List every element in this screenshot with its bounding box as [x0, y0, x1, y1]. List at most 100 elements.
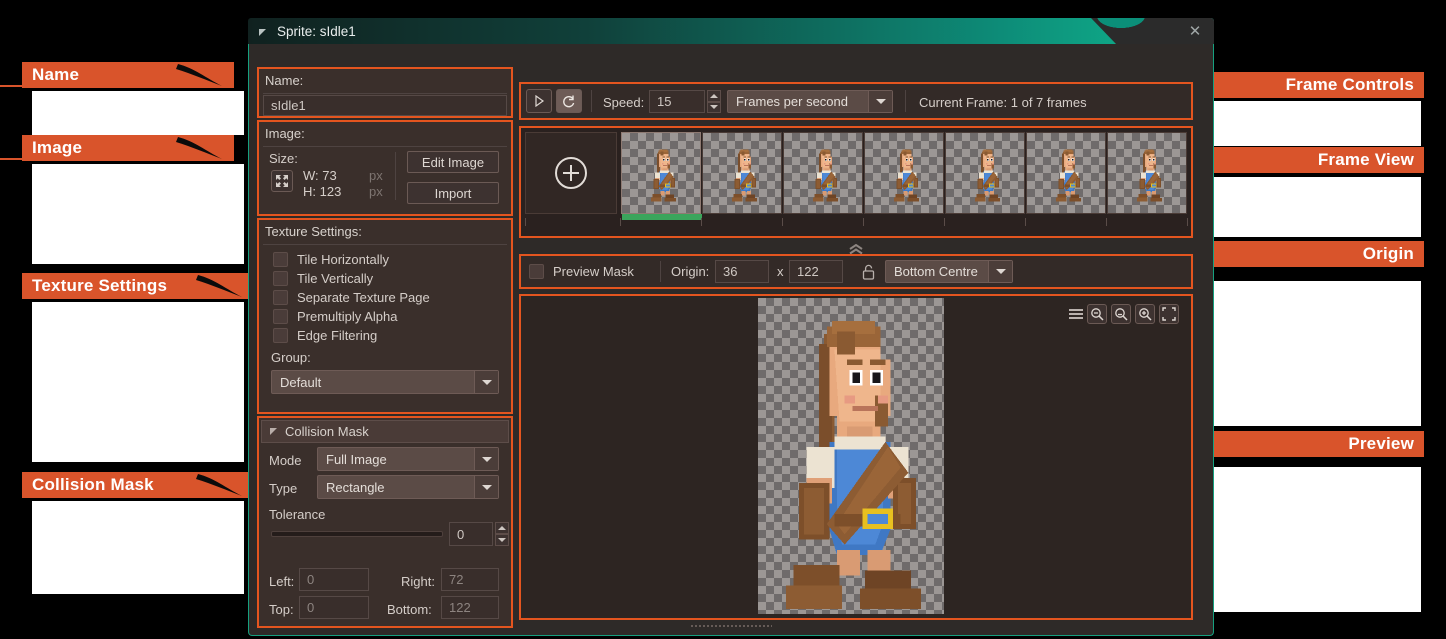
menu-icon[interactable] — [1069, 309, 1083, 319]
frame-thumbnail-image — [1027, 133, 1105, 213]
speed-unit-value: Frames per second — [728, 94, 868, 109]
annotation-image: Image — [22, 135, 234, 161]
annotation-texture-settings-text: Texture Settings — [32, 276, 167, 296]
tolerance-input[interactable]: 0 — [449, 522, 493, 546]
bottom-input[interactable]: 122 — [441, 596, 499, 619]
annotation-name-text: Name — [32, 65, 79, 85]
loop-button[interactable] — [556, 89, 582, 113]
checkbox-edge-filtering[interactable] — [273, 328, 288, 343]
collision-mask-header[interactable]: Collision Mask — [261, 420, 509, 443]
type-select[interactable]: Rectangle — [317, 475, 499, 499]
edit-image-button[interactable]: Edit Image — [407, 151, 499, 173]
frame-thumbnail[interactable] — [1107, 132, 1187, 214]
chevron-down-icon[interactable] — [474, 448, 498, 470]
frame-thumbnail-image — [946, 133, 1024, 213]
preview-panel[interactable] — [519, 294, 1193, 620]
origin-y-input[interactable]: 122 — [789, 260, 843, 283]
stepper-up[interactable] — [495, 522, 509, 534]
chevron-down-icon[interactable] — [474, 476, 498, 498]
group-select[interactable]: Default — [271, 370, 499, 394]
origin-preset-select[interactable]: Bottom Centre — [885, 260, 1013, 283]
stepper-up[interactable] — [707, 90, 721, 102]
speed-stepper[interactable] — [707, 90, 721, 113]
checkbox-preview-mask[interactable] — [529, 264, 544, 279]
tolerance-slider[interactable] — [271, 531, 443, 537]
frame-sprite-artwork — [1051, 141, 1085, 207]
unlock-icon[interactable] — [859, 261, 877, 282]
anno-leader-left-1 — [0, 85, 26, 87]
checkbox-separate-texture-page[interactable] — [273, 290, 288, 305]
origin-preset-value: Bottom Centre — [886, 264, 988, 279]
import-button[interactable]: Import — [407, 182, 499, 204]
resize-grip[interactable] — [690, 624, 772, 629]
speed-unit-select[interactable]: Frames per second — [727, 90, 893, 113]
chevron-down-icon[interactable] — [868, 91, 892, 112]
checkbox-premultiply-alpha[interactable] — [273, 309, 288, 324]
loop-icon — [562, 94, 576, 108]
speed-input[interactable]: 15 — [649, 90, 705, 113]
zoom-out-icon[interactable] — [1087, 304, 1107, 324]
frame-thumbnail[interactable] — [945, 132, 1025, 214]
sprite-editor-window: Sprite: sIdle1 ✕ Name: sIdle1 Image: Siz… — [248, 18, 1214, 636]
mode-select[interactable]: Full Image — [317, 447, 499, 471]
frame-thumbnail[interactable] — [1026, 132, 1106, 214]
triangle-collapse-icon[interactable] — [258, 26, 270, 38]
stepper-down[interactable] — [707, 102, 721, 114]
window-body: Name: sIdle1 Image: Size: W: 73 H: 123 p… — [248, 44, 1214, 636]
chevron-down-icon[interactable] — [988, 261, 1012, 282]
mode-select-value: Full Image — [318, 452, 474, 467]
ruler-tick — [782, 218, 783, 226]
group-select-value: Default — [272, 375, 474, 390]
titlebar-curve — [1093, 18, 1149, 36]
checkbox-tile-vertically[interactable] — [273, 271, 288, 286]
frame-thumbnail[interactable] — [783, 132, 863, 214]
triangle-collapse-icon[interactable] — [270, 428, 277, 435]
ruler-tick — [944, 218, 945, 226]
swoosh-icon — [172, 62, 228, 88]
ruler-tick — [863, 218, 864, 226]
tolerance-stepper[interactable] — [495, 522, 509, 546]
annotation-texture-settings: Texture Settings — [22, 273, 254, 299]
ruler-tick — [525, 218, 526, 226]
frame-thumbnail[interactable] — [864, 132, 944, 214]
right-input[interactable]: 72 — [441, 568, 499, 591]
stepper-down[interactable] — [495, 534, 509, 546]
label-tile-horizontally: Tile Horizontally — [297, 252, 389, 267]
annotation-collision-mask-text: Collision Mask — [32, 475, 154, 495]
top-input[interactable]: 0 — [299, 596, 369, 619]
bottom-label: Bottom: — [387, 602, 432, 617]
divider — [263, 244, 507, 245]
origin-label: Origin: — [671, 264, 709, 279]
add-frame-button[interactable] — [525, 132, 617, 214]
annotation-image-text: Image — [32, 138, 82, 158]
checkbox-tile-horizontally[interactable] — [273, 252, 288, 267]
left-input[interactable]: 0 — [299, 568, 369, 591]
frame-sprite-artwork — [646, 141, 680, 207]
zoom-in-icon[interactable] — [1135, 304, 1155, 324]
zoom-reset-icon[interactable] — [1111, 304, 1131, 324]
collision-mask-heading: Collision Mask — [285, 424, 369, 439]
play-button[interactable] — [526, 89, 552, 113]
texture-settings-panel: Texture Settings: Tile Horizontally Tile… — [257, 218, 513, 414]
sprite-name-input[interactable]: sIdle1 — [263, 95, 507, 116]
swoosh-icon — [192, 472, 248, 498]
frame-view-panel — [519, 126, 1193, 238]
frame-thumbnail[interactable] — [702, 132, 782, 214]
divider — [263, 146, 507, 147]
resize-icon[interactable] — [271, 170, 293, 192]
annotation-preview-text: Preview — [1348, 434, 1414, 454]
origin-x-input[interactable]: 36 — [715, 260, 769, 283]
frame-timeline-ruler[interactable] — [525, 218, 1195, 228]
anno-box-left-3 — [32, 302, 244, 462]
close-icon[interactable]: ✕ — [1186, 23, 1204, 41]
fit-to-screen-icon[interactable] — [1159, 304, 1179, 324]
window-titlebar[interactable]: Sprite: sIdle1 ✕ — [248, 18, 1214, 45]
type-select-value: Rectangle — [318, 480, 474, 495]
swoosh-icon — [192, 273, 248, 299]
chevron-down-icon[interactable] — [474, 371, 498, 393]
chevron-double-up-icon — [847, 244, 865, 255]
speed-label: Speed: — [603, 95, 644, 110]
annotation-preview: Preview — [1212, 431, 1424, 457]
anno-box-right-4 — [1209, 467, 1421, 612]
frame-thumbnail[interactable] — [621, 132, 701, 214]
